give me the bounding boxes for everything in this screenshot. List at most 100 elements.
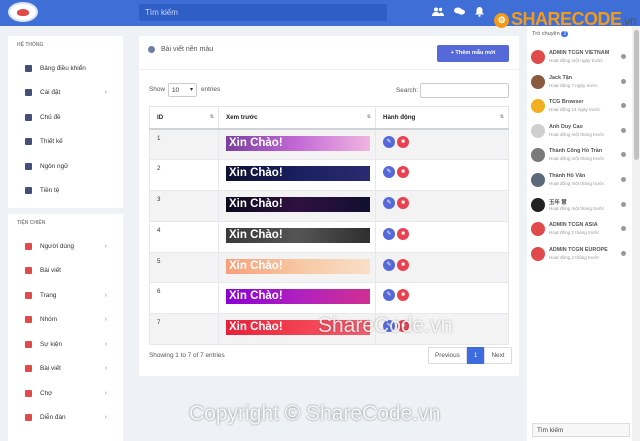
sidebar-section-title: HỆ THỐNG bbox=[17, 42, 44, 48]
next-page-button[interactable]: Next bbox=[484, 347, 512, 364]
sidebar-item[interactable]: Tiền tệ bbox=[8, 179, 123, 204]
chat-user-status: Hoạt động một tháng trước bbox=[549, 131, 605, 137]
chat-user-item[interactable]: ADMIN TCGN VIETNAM Hoạt động một ngày trư… bbox=[527, 45, 640, 70]
edit-icon[interactable]: ✎ bbox=[383, 165, 395, 178]
sidebar-item[interactable]: Bài viết bbox=[8, 259, 123, 284]
sidebar-item-label: Ngôn ngữ bbox=[40, 162, 69, 170]
avatar bbox=[531, 99, 545, 114]
sidebar-item[interactable]: Cài đặt › bbox=[8, 81, 123, 106]
row-preview-cell: Xin Chào! bbox=[218, 220, 376, 253]
sidebar-item[interactable]: Sự kiện › bbox=[8, 332, 123, 357]
sidebar-item[interactable]: Diễn đàn › bbox=[8, 406, 123, 431]
bell-icon[interactable] bbox=[475, 7, 484, 20]
sort-icon: ⇅ bbox=[366, 114, 371, 120]
online-status-dot bbox=[621, 54, 626, 59]
column-header-id[interactable]: ID ⇅ bbox=[149, 106, 219, 130]
sidebar-item[interactable]: Thiết kế bbox=[8, 130, 123, 155]
edit-icon[interactable]: ✎ bbox=[383, 196, 395, 209]
chevron-down-icon: ▾ bbox=[189, 87, 193, 93]
chat-user-name: Thành Công Hồ Trần bbox=[549, 148, 603, 155]
monitor-icon bbox=[25, 113, 32, 121]
edit-icon[interactable]: ✎ bbox=[383, 289, 395, 302]
sidebar-item[interactable]: Trang › bbox=[8, 283, 123, 308]
cart-icon bbox=[25, 389, 32, 397]
chat-search-input[interactable]: Tìm kiếm bbox=[532, 423, 630, 437]
scrollbar-thumb[interactable] bbox=[634, 30, 639, 160]
chat-user-item[interactable]: 玉年 慧 Hoạt động một tháng trước bbox=[527, 193, 640, 218]
avatar bbox=[531, 173, 545, 187]
pagination: Previous 1 Next bbox=[428, 347, 512, 364]
chat-user-name: 玉年 慧 bbox=[549, 199, 567, 206]
row-id: 6 bbox=[149, 282, 219, 315]
chat-user-status: Hoạt động một tháng trước bbox=[549, 156, 605, 162]
sidebar-item[interactable]: Ngôn ngữ bbox=[8, 154, 123, 179]
add-template-button[interactable]: + Thêm mẫu mới bbox=[437, 45, 509, 62]
row-id: 3 bbox=[149, 189, 219, 222]
chevron-right-icon: › bbox=[104, 89, 107, 97]
delete-icon[interactable]: ■ bbox=[397, 258, 409, 271]
chat-user-item[interactable]: TCG Browser Hoạt động 14 ngày trước bbox=[527, 94, 640, 119]
row-preview-cell: Xin Chào! bbox=[218, 251, 376, 284]
chevron-right-icon: › bbox=[104, 389, 107, 397]
scrollbar[interactable] bbox=[632, 26, 640, 441]
watermark-copyright: Copyright © ShareCode.vn bbox=[189, 402, 441, 425]
sidebar-item-label: Diễn đàn bbox=[40, 414, 66, 422]
row-actions: ✎ ■ bbox=[375, 158, 509, 191]
sidebar-item[interactable]: Chủ đề bbox=[8, 105, 123, 130]
edit-icon[interactable]: ✎ bbox=[383, 135, 395, 148]
sidebar-item-label: Bài viết bbox=[40, 267, 61, 275]
chat-user-item[interactable]: Anh Duy Cao Hoạt động một tháng trước bbox=[527, 119, 640, 144]
chat-user-item[interactable]: Thành Hồ Văn Hoạt động một tháng trước bbox=[527, 168, 640, 193]
table-row: 4 Xin Chào! ✎ ■ bbox=[149, 220, 509, 253]
page-1-button[interactable]: 1 bbox=[466, 347, 485, 364]
chat-user-item[interactable]: Thành Công Hồ Trần Hoạt động một tháng tr… bbox=[527, 143, 640, 168]
palette-icon bbox=[148, 46, 155, 53]
chat-user-status: Hoạt động một ngày trước bbox=[549, 58, 603, 63]
chat-user-item[interactable]: Jack Tận Hoạt động 7 ngày trước bbox=[527, 70, 640, 95]
prev-page-button[interactable]: Previous bbox=[428, 347, 467, 364]
users-icon[interactable] bbox=[432, 7, 444, 19]
chat-user-status: Hoạt động 14 ngày trước bbox=[549, 107, 601, 113]
delete-icon[interactable]: ■ bbox=[397, 135, 409, 148]
sidebar-item[interactable]: Người dùng › bbox=[8, 234, 123, 259]
chat-user-name: ADMIN TCGN ASIA bbox=[549, 222, 598, 229]
table-search-input[interactable] bbox=[420, 83, 509, 98]
search-input[interactable]: Tìm kiếm bbox=[139, 4, 387, 21]
delete-icon[interactable]: ■ bbox=[397, 289, 409, 302]
page-size-select[interactable]: 10 ▾ bbox=[168, 83, 197, 97]
chat-user-name: ADMIN TCGN EUROPE bbox=[549, 246, 608, 253]
chat-user-item[interactable]: ADMIN TCGN EUROPE Hoạt động 2 tháng trước bbox=[527, 242, 640, 267]
color-preview: Xin Chào! bbox=[226, 135, 370, 151]
edit-icon[interactable]: ✎ bbox=[383, 258, 395, 271]
site-logo[interactable] bbox=[8, 2, 38, 22]
row-preview-cell: Xin Chào! bbox=[218, 282, 376, 315]
row-actions: ✎ ■ bbox=[375, 251, 509, 284]
forum-icon bbox=[25, 414, 32, 422]
table-row: 1 Xin Chào! ✎ ■ bbox=[149, 128, 509, 160]
row-id: 5 bbox=[149, 251, 219, 284]
column-header-actions[interactable]: Hành động ⇅ bbox=[375, 106, 509, 130]
language-icon bbox=[25, 162, 32, 170]
row-actions: ✎ ■ bbox=[375, 128, 509, 160]
online-status-dot bbox=[621, 250, 626, 256]
delete-icon[interactable]: ■ bbox=[397, 165, 409, 178]
chat-user-item[interactable]: ADMIN TCGN ASIA Hoạt động 2 tháng trước bbox=[527, 217, 640, 242]
online-status-dot bbox=[621, 201, 626, 207]
sidebar-item[interactable]: Bảng điều khiển bbox=[8, 56, 123, 81]
delete-icon[interactable]: ■ bbox=[397, 227, 409, 240]
avatar bbox=[531, 222, 545, 237]
avatar bbox=[531, 50, 545, 64]
avatar bbox=[531, 148, 545, 163]
sidebar-item[interactable]: Chợ › bbox=[8, 381, 123, 406]
chat-panel: Trò chuyện 3 ADMIN TCGN VIETNAM Hoạt động… bbox=[527, 26, 640, 441]
sidebar-item[interactable]: Nhóm › bbox=[8, 308, 123, 333]
sidebar-item[interactable]: Bài viết › bbox=[8, 357, 123, 382]
edit-icon[interactable]: ✎ bbox=[383, 227, 395, 240]
column-header-preview[interactable]: Xem trước ⇅ bbox=[218, 106, 376, 130]
delete-icon[interactable]: ■ bbox=[397, 196, 409, 209]
sidebar-item-label: Cài đặt bbox=[40, 89, 61, 97]
chat-icon[interactable] bbox=[454, 7, 465, 19]
online-status-dot bbox=[621, 177, 626, 182]
sidebar-item-label: Người dùng bbox=[40, 242, 75, 250]
entries-label: entries bbox=[201, 86, 221, 93]
